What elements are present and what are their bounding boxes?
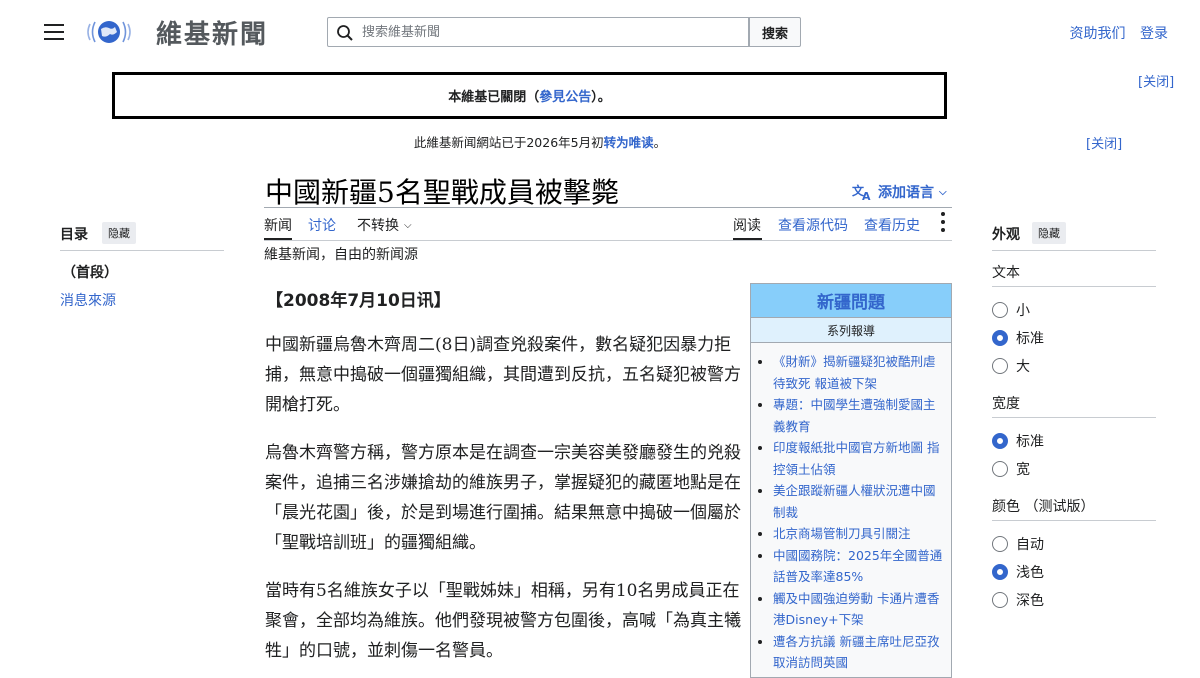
appearance-title: 外观 (992, 227, 1020, 243)
infobox-item[interactable]: 專題：中國學生遭強制愛國主義教育 (773, 394, 945, 437)
option-label: 浅色 (1016, 565, 1044, 581)
banner-text-suffix: ）。 (591, 90, 611, 105)
title-divider (264, 207, 952, 208)
article-paragraph: 烏魯木齊警方稱，警方原本是在調查一宗美容美發廳發生的兇殺案件，追捕三名涉嫌搶劫的… (265, 443, 741, 553)
option-label: 标准 (1016, 434, 1044, 450)
appearance-hide-button[interactable]: 隐藏 (1032, 222, 1066, 244)
radio-selected-icon (992, 330, 1008, 346)
infobox-item[interactable]: 北京商場管制刀具引關注 (773, 523, 945, 545)
hamburger-icon-bar (44, 24, 64, 26)
article-dateline: 【2008年7月10日讯】 (266, 291, 451, 311)
wikinews-globe-logo[interactable] (84, 14, 134, 50)
tab-view-history[interactable]: 查看历史 (864, 215, 920, 235)
option-label: 深色 (1016, 593, 1044, 609)
main-menu-button[interactable] (44, 24, 64, 40)
toc-item-sources[interactable]: 消息來源 (60, 290, 116, 310)
login-link[interactable]: 登录 (1140, 26, 1168, 42)
radio-selected-icon (992, 564, 1008, 580)
site-tagline: 維基新闻，自由的新闻源 (264, 247, 418, 263)
notice-text-prefix: 此維基新闻網站已于2026年5月初 (413, 135, 604, 150)
add-languages-label: 添加语言 (878, 185, 934, 201)
variant-dropdown[interactable]: 不转换 ⌵ (357, 215, 412, 235)
banner-close-link[interactable]: [关闭] (1138, 71, 1174, 90)
infobox-item[interactable]: 《財新》揭新疆疑犯被酷刑虐待致死 報道被下架 (773, 351, 945, 394)
chevron-down-icon: ⌵ (939, 186, 947, 198)
page-title: 中國新疆5名聖戰成員被擊斃 (265, 176, 619, 209)
more-actions-button[interactable] (940, 212, 946, 238)
radio-icon (992, 461, 1008, 477)
option-label: 自动 (1016, 537, 1044, 553)
color-label: 颜色 （测试版） (992, 499, 1095, 515)
chevron-down-icon: ⌵ (404, 219, 412, 231)
width-wide-option[interactable]: 宽 (992, 459, 1030, 479)
hamburger-icon-bar (44, 31, 64, 33)
appearance-divider (992, 250, 1156, 251)
donate-link[interactable]: 资助我们 (1070, 26, 1126, 42)
kebab-icon-dot (941, 220, 945, 224)
radio-icon (992, 302, 1008, 318)
infobox-item[interactable]: 觸及中國強迫勞動 卡通片遭香港Disney+下架 (773, 588, 945, 631)
text-size-label: 文本 (992, 265, 1020, 281)
text-size-standard-option[interactable]: 标准 (992, 328, 1044, 348)
personal-tools: 资助我们 登录 (1060, 23, 1168, 43)
radio-selected-icon (992, 433, 1008, 449)
width-standard-option[interactable]: 标准 (992, 431, 1044, 451)
toc-hide-button[interactable]: 隐藏 (102, 222, 136, 244)
toc-item-lead[interactable]: （首段） (62, 262, 118, 282)
infobox-title[interactable]: 新疆問題 (751, 284, 951, 318)
related-news-infobox: 新疆問題 系列報導 《財新》揭新疆疑犯被酷刑虐待致死 報道被下架 專題：中國學生… (750, 283, 952, 678)
option-label: 标准 (1016, 331, 1044, 347)
infobox-item[interactable]: 遭各方抗議 新疆主席吐尼亞孜取消訪問英國 (773, 631, 945, 674)
closure-banner: 本維基已關閉（ 參見公告 ）。 (112, 72, 947, 119)
radio-icon (992, 358, 1008, 374)
text-size-small-option[interactable]: 小 (992, 300, 1030, 320)
color-dark-option[interactable]: 深色 (992, 590, 1044, 610)
search-input[interactable] (362, 18, 742, 46)
kebab-icon-dot (941, 212, 945, 216)
option-label: 宽 (1016, 462, 1030, 478)
tab-read[interactable]: 阅读 (733, 215, 761, 235)
readonly-notice: 此維基新闻網站已于2026年5月初转为唯读。 (0, 132, 1080, 151)
infobox-list: 《財新》揭新疆疑犯被酷刑虐待致死 報道被下架 專題：中國學生遭強制愛國主義教育 … (751, 343, 951, 674)
option-label: 大 (1016, 359, 1030, 375)
notice-close-link[interactable]: [关闭] (1086, 133, 1122, 152)
notice-text-suffix: 。 (653, 135, 667, 150)
search-button[interactable]: 搜索 (749, 17, 801, 47)
section-divider (992, 417, 1156, 418)
add-languages-button[interactable]: 文 A 添加语言 ⌵ (852, 182, 947, 202)
translate-icon: 文 A (852, 183, 871, 201)
toc-divider (60, 250, 224, 251)
tab-article[interactable]: 新闻 (264, 215, 292, 235)
section-divider (992, 286, 1156, 287)
tabs-divider (264, 240, 952, 241)
svg-text:A: A (862, 190, 871, 201)
infobox-item[interactable]: 中國國務院：2025年全國普通話普及率達85% (773, 545, 945, 588)
tab-view-source[interactable]: 查看源代码 (778, 215, 848, 235)
announcement-link[interactable]: 參見公告 (539, 86, 591, 105)
width-label: 宽度 (992, 396, 1020, 412)
infobox-item[interactable]: 印度報紙批中國官方新地圖 指控領土佔領 (773, 437, 945, 480)
search-icon (337, 25, 353, 41)
variant-label: 不转换 (357, 218, 399, 234)
hamburger-icon-bar (44, 38, 64, 40)
site-wordmark[interactable]: 維基新聞 (156, 14, 268, 51)
banner-text-prefix: 本維基已關閉（ (448, 90, 540, 105)
tab-talk[interactable]: 讨论 (308, 215, 336, 235)
infobox-item[interactable]: 美企跟蹤新疆人權狀況遭中國制裁 (773, 480, 945, 523)
article-paragraph: 中國新疆烏魯木齊周二(8日)調查兇殺案件，數名疑犯因暴力拒捕，無意中搗破一個疆獨… (265, 335, 741, 415)
section-divider (992, 520, 1156, 521)
color-light-option[interactable]: 浅色 (992, 562, 1044, 582)
infobox-subtitle: 系列報導 (751, 318, 951, 343)
article-paragraph: 當時有5名維族女子以「聖戰姊妹」相稱，另有10名男成員正在聚會，全部均為維族。他… (265, 581, 741, 661)
radio-icon (992, 592, 1008, 608)
color-auto-option[interactable]: 自动 (992, 534, 1044, 554)
option-label: 小 (1016, 303, 1030, 319)
text-size-large-option[interactable]: 大 (992, 356, 1030, 376)
toc-title: 目录 (60, 227, 88, 243)
kebab-icon-dot (941, 228, 945, 232)
radio-icon (992, 536, 1008, 552)
search-box (327, 17, 749, 47)
readonly-link[interactable]: 转为唯读 (604, 135, 654, 150)
